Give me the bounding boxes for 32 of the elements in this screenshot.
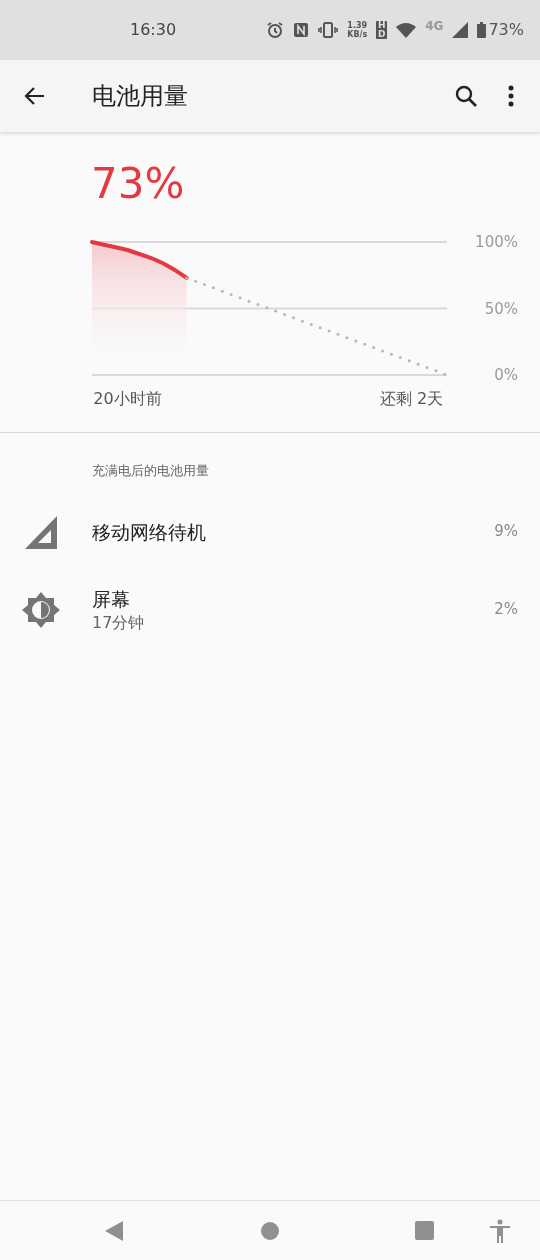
clock-time: 16:30 [130, 19, 177, 41]
y-axis-label: 100% [475, 233, 518, 251]
brightness-icon [22, 590, 60, 629]
hd-badge: HD [376, 21, 388, 39]
network-type: 4G [425, 18, 444, 35]
x-axis-label: 20小时前 [93, 389, 162, 408]
usage-percent: 9% [494, 521, 518, 543]
usage-name: 移动网络待机 [92, 519, 207, 545]
more-options-icon[interactable] [508, 85, 514, 107]
battery-icon [477, 22, 487, 38]
signal-icon [452, 22, 469, 38]
usage-percent: 2% [494, 599, 518, 621]
battery-percent: 73% [488, 19, 524, 41]
usage-detail: 17分钟 [92, 611, 146, 634]
battery-level: 73% [90, 158, 186, 210]
home-icon[interactable] [261, 1221, 279, 1240]
usage-name: 屏幕 [92, 586, 131, 612]
alarm-icon [266, 21, 285, 39]
y-axis-label: 50% [484, 299, 518, 318]
vibrate-icon [318, 22, 339, 38]
wifi-icon [396, 22, 417, 38]
nfc-icon [293, 22, 310, 38]
x-axis-label: 还剩 2天 [379, 389, 444, 408]
section-header: 充满电后的电池用量 [91, 462, 210, 480]
back-nav-icon[interactable] [105, 1220, 123, 1241]
signal-icon [24, 514, 58, 549]
speed-unit: KB/s [347, 30, 368, 39]
page-title: 电池用量 [92, 81, 188, 112]
y-axis-label: 0% [494, 366, 518, 384]
accessibility-icon[interactable] [489, 1218, 511, 1243]
speed-value: 1.39 [347, 21, 368, 30]
search-icon[interactable] [454, 84, 478, 108]
